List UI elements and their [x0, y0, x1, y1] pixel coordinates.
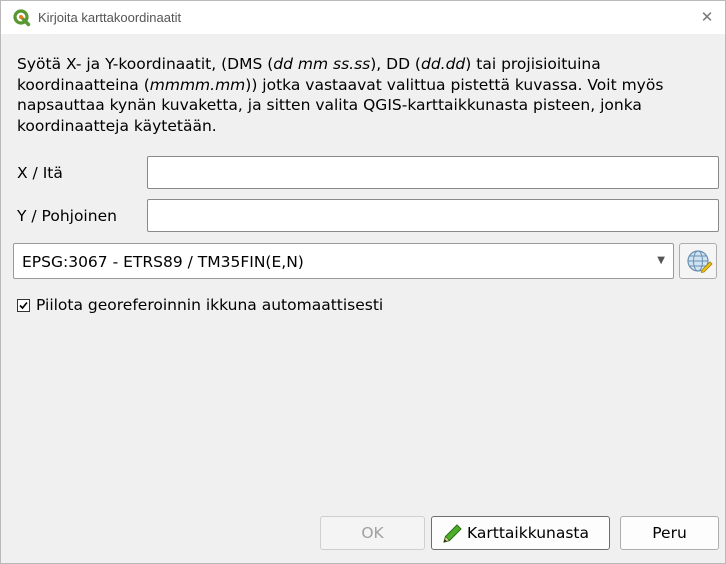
- chevron-down-icon[interactable]: ▼: [657, 253, 665, 269]
- hide-window-checkbox[interactable]: [17, 299, 30, 312]
- projected-format: mmmm.mm: [149, 75, 246, 94]
- crs-selected-value: EPSG:3067 - ETRS89 / TM35FIN(E,N): [22, 253, 304, 271]
- window-title: Kirjoita karttakoordinaatit: [38, 10, 182, 25]
- x-east-input[interactable]: [147, 156, 719, 189]
- dd-format: dd.dd: [420, 55, 466, 73]
- globe-crs-icon: [687, 250, 713, 274]
- dms-format: dd mm ss.ss: [273, 55, 371, 73]
- y-north-label: Y / Pohjoinen: [17, 207, 117, 225]
- from-map-canvas-button[interactable]: Karttaikkunasta: [431, 516, 610, 550]
- pencil-icon: [443, 524, 462, 543]
- ok-button[interactable]: OK: [320, 516, 425, 550]
- hide-window-label: Piilota georeferoinnin ikkuna automaatti…: [36, 296, 384, 314]
- x-east-label: X / Itä: [17, 164, 63, 182]
- desc-part-1: Syötä X- ja Y-koordinaatit, (DMS (: [17, 55, 274, 73]
- y-north-input[interactable]: [147, 199, 719, 232]
- crs-select[interactable]: EPSG:3067 - ETRS89 / TM35FIN(E,N) ▼: [13, 243, 674, 279]
- qgis-logo-icon: [13, 9, 31, 27]
- cancel-button[interactable]: Peru: [620, 516, 719, 550]
- checkmark-icon: [19, 301, 28, 310]
- instructions-text: Syötä X- ja Y-koordinaatit, (DMS (dd mm …: [17, 54, 717, 136]
- from-map-canvas-label: Karttaikkunasta: [467, 524, 589, 542]
- close-icon[interactable]: ✕: [693, 4, 721, 30]
- desc-part-2: ), DD (: [370, 55, 421, 73]
- georef-coordinates-dialog: Kirjoita karttakoordinaatit ✕ Syötä X- j…: [0, 0, 726, 564]
- select-crs-button[interactable]: [679, 243, 717, 279]
- title-bar: Kirjoita karttakoordinaatit ✕: [1, 1, 725, 34]
